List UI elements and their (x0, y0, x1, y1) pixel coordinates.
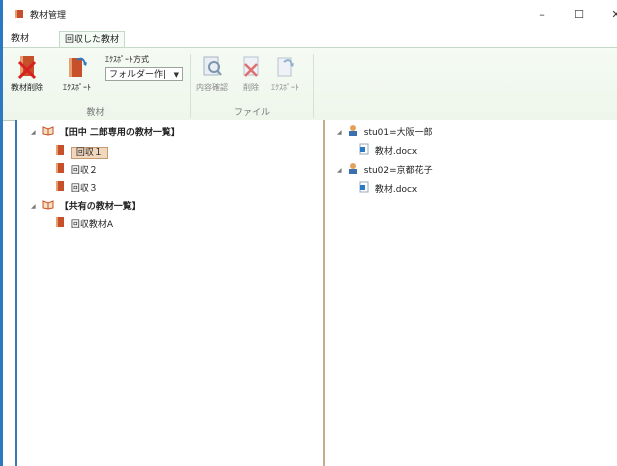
app-window: 教材管理 – ☐ ✕ 教材 回収した教材 教材削除 ｴｸｽﾎﾟｰﾄ ｴｸｽﾎﾟｰ… (0, 0, 617, 466)
book-icon (55, 216, 65, 233)
expand-triangle-icon: ◢ (337, 128, 342, 136)
tree-group-shared[interactable]: ◢ 【共有の教材一覧】 (31, 198, 141, 212)
expand-triangle-icon: ◢ (31, 202, 36, 210)
delete-material-label: 教材削除 (11, 83, 43, 92)
export-method-value: フォルダー作| (109, 70, 167, 80)
tree-item-label: 回収１ (70, 147, 108, 159)
material-tree-pane: ◢ 【田中 二郎専用の教材一覧】 回収１ 回収２ 回収３ ◢ 【共有の教材一覧】… (17, 120, 323, 466)
close-button[interactable]: ✕ (601, 7, 617, 23)
minimize-button[interactable]: – (527, 7, 557, 23)
export-method-select[interactable]: フォルダー作| ▼ (105, 67, 183, 81)
file-export-button[interactable]: ｴｸｽﾎﾟｰﾄ (267, 54, 303, 93)
export-method-label: ｴｸｽﾎﾟｰﾄ方式 (105, 55, 149, 64)
expand-triangle-icon: ◢ (337, 166, 342, 174)
check-content-label: 内容確認 (196, 83, 228, 92)
open-book-icon (42, 124, 54, 141)
user-icon (348, 124, 358, 141)
tree-item-label: 回収３ (70, 184, 98, 194)
tree-group-shared-label: 【共有の教材一覧】 (59, 202, 141, 212)
ribbon-group-material: 教材 (86, 108, 105, 118)
title-bar[interactable]: 教材管理 – ☐ ✕ (3, 0, 617, 30)
user-icon (348, 162, 358, 179)
maximize-button[interactable]: ☐ (564, 7, 594, 23)
export-label: ｴｸｽﾎﾟｰﾄ (63, 83, 91, 92)
window-title: 教材管理 (30, 11, 67, 21)
word-document-icon (359, 143, 369, 160)
student-label: stu02=京都花子 (363, 166, 433, 176)
tab-collected-material[interactable]: 回収した教材 (59, 31, 126, 48)
book-icon (55, 180, 65, 197)
tab-bar: 教材 回収した教材 (3, 30, 617, 48)
book-icon (55, 144, 65, 161)
file-export-label: ｴｸｽﾎﾟｰﾄ (271, 83, 299, 92)
tree-file-1[interactable]: 教材.docx (359, 143, 417, 157)
delete-file-icon (237, 54, 265, 82)
tree-group-personal-label: 【田中 二郎専用の教材一覧】 (59, 128, 180, 138)
delete-material-icon (5, 54, 49, 82)
ribbon: 教材削除 ｴｸｽﾎﾟｰﾄ ｴｸｽﾎﾟｰﾄ方式 フォルダー作| ▼ 教材 内容確認… (3, 47, 617, 121)
file-label: 教材.docx (374, 185, 418, 195)
book-app-icon (14, 9, 24, 19)
export-button[interactable]: ｴｸｽﾎﾟｰﾄ (57, 54, 97, 93)
ribbon-group-file: ファイル (233, 108, 270, 118)
tree-student-1[interactable]: ◢ stu01=大阪一郎 (337, 124, 433, 138)
tree-item-shared-a[interactable]: 回収教材A (55, 216, 113, 230)
tree-group-personal[interactable]: ◢ 【田中 二郎専用の教材一覧】 (31, 124, 180, 138)
tree-item-label: 回収２ (70, 166, 98, 176)
file-label: 教材.docx (374, 147, 418, 157)
tree-item-collected-3[interactable]: 回収３ (55, 180, 98, 194)
open-book-icon (42, 198, 54, 215)
chevron-down-icon: ▼ (173, 71, 179, 79)
student-label: stu01=大阪一郎 (363, 128, 433, 138)
tree-item-collected-2[interactable]: 回収２ (55, 162, 98, 176)
file-delete-label: 削除 (243, 83, 259, 92)
expand-triangle-icon: ◢ (31, 128, 36, 136)
tree-item-collected-1[interactable]: 回収１ (55, 144, 108, 161)
tree-student-2[interactable]: ◢ stu02=京都花子 (337, 162, 433, 176)
tree-item-label: 回収教材A (70, 220, 114, 230)
file-delete-button[interactable]: 削除 (237, 54, 265, 93)
book-icon (55, 162, 65, 179)
check-content-button[interactable]: 内容確認 (193, 54, 231, 93)
magnifier-document-icon (193, 54, 231, 82)
word-document-icon (359, 181, 369, 198)
ribbon-group-separator (313, 54, 314, 118)
export-book-icon (57, 54, 97, 82)
export-file-icon (267, 54, 303, 82)
tree-file-2[interactable]: 教材.docx (359, 181, 417, 195)
student-file-pane: ◢ stu01=大阪一郎 教材.docx ◢ stu02=京都花子 教材.doc… (325, 120, 617, 466)
tab-material[interactable]: 教材 (6, 31, 34, 47)
delete-material-button[interactable]: 教材削除 (5, 54, 49, 93)
